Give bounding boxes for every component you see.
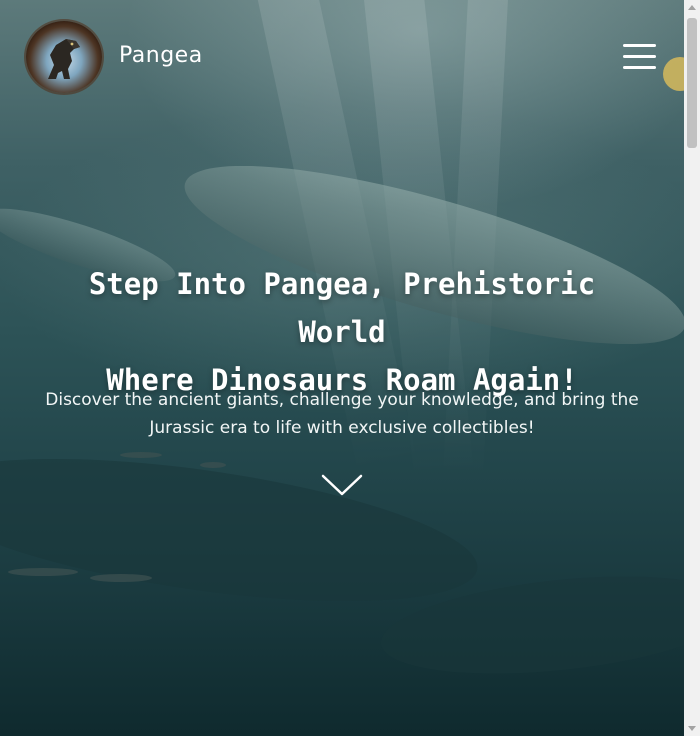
t-rex-logo-icon[interactable] <box>26 21 102 93</box>
hamburger-menu-icon[interactable] <box>621 41 659 73</box>
fish-silhouette <box>120 452 162 458</box>
fish-silhouette <box>90 574 152 582</box>
hero-section: Pangea Step Into Pangea, Prehistoric Wor… <box>0 0 684 736</box>
vertical-scrollbar[interactable] <box>684 0 700 736</box>
scroll-up-arrow-icon[interactable] <box>688 5 696 10</box>
fish-silhouette <box>8 568 78 576</box>
hero-subtext-line: Jurassic era to life with exclusive coll… <box>149 418 535 438</box>
scrollbar-thumb[interactable] <box>687 18 697 148</box>
hero-headline-line: Step Into Pangea, Prehistoric World <box>88 267 596 349</box>
brand-name[interactable]: Pangea <box>119 43 203 68</box>
chevron-down-icon[interactable] <box>320 472 364 498</box>
hero-subtext: Discover the ancient giants, challenge y… <box>20 386 664 442</box>
hero-subtext-line: Discover the ancient giants, challenge y… <box>45 390 639 410</box>
hero-headline: Step Into Pangea, Prehistoric World Wher… <box>40 260 644 404</box>
fish-silhouette <box>200 462 226 468</box>
scroll-down-arrow-icon[interactable] <box>688 726 696 731</box>
